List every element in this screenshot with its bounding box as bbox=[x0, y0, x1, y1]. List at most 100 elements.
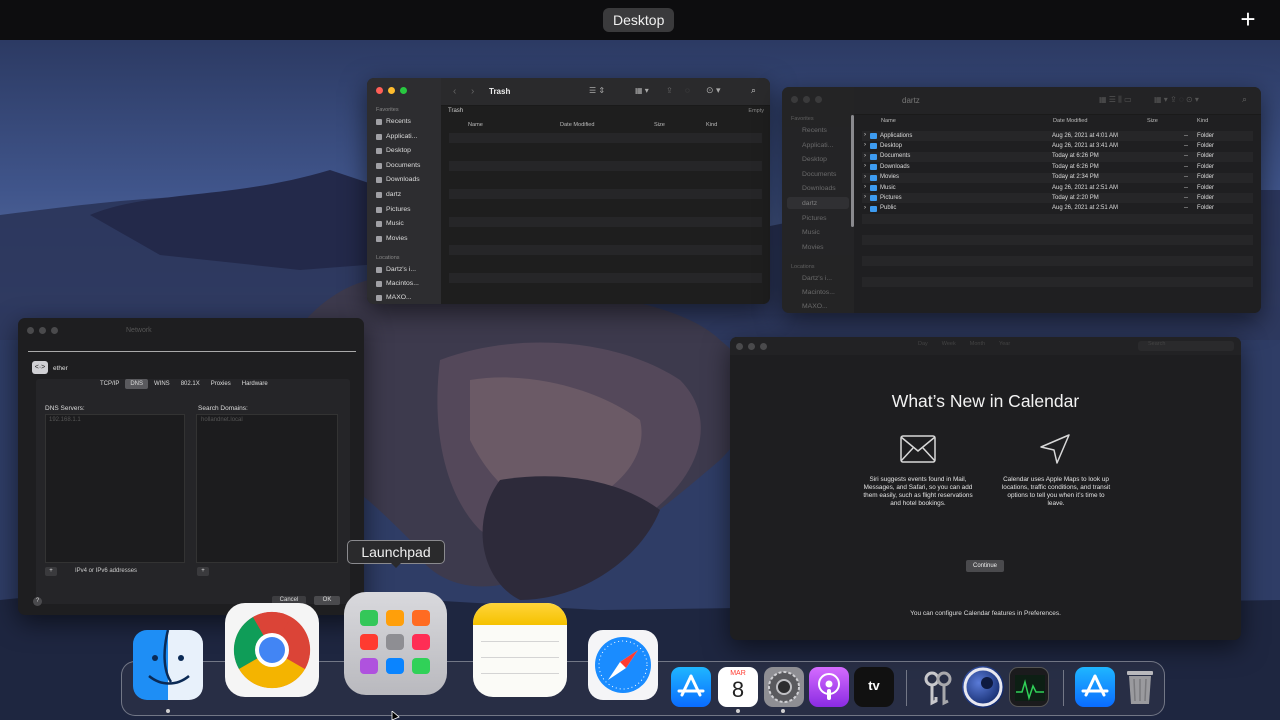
column-kind[interactable]: Kind bbox=[706, 122, 717, 128]
tab-proxies[interactable]: Proxies bbox=[206, 379, 236, 389]
sidebar-location-maxon[interactable]: MAXO... bbox=[376, 294, 412, 301]
view-options-icon[interactable]: ▦ ☰ ⫼ ▭ bbox=[1099, 95, 1132, 105]
calendar-window[interactable]: Day Week Month Year Search What’s New in… bbox=[730, 337, 1241, 640]
search-icon[interactable]: ⌕ bbox=[751, 85, 756, 96]
cinema-4d-icon[interactable] bbox=[962, 666, 1004, 708]
share-icon[interactable]: ⇪ bbox=[666, 86, 673, 95]
sidebar-location-disk[interactable]: Macintos... bbox=[376, 280, 419, 287]
close-button[interactable] bbox=[736, 343, 743, 350]
add-space-button[interactable]: + bbox=[1236, 6, 1260, 34]
podcasts-icon[interactable] bbox=[809, 667, 849, 707]
tab-8021x[interactable]: 802.1X bbox=[176, 379, 205, 389]
tab-year[interactable]: Year bbox=[999, 341, 1010, 347]
minimize-button[interactable] bbox=[388, 87, 395, 94]
zoom-button[interactable] bbox=[815, 96, 822, 103]
notes-icon[interactable] bbox=[473, 603, 567, 697]
calendar-icon[interactable]: MAR 8 bbox=[718, 667, 758, 707]
activity-monitor-icon[interactable] bbox=[1009, 667, 1049, 707]
sidebar-item-downloads[interactable]: Downloads bbox=[802, 185, 836, 192]
sidebar-item-applications[interactable]: Applicati... bbox=[802, 142, 833, 149]
add-dns-button[interactable]: + bbox=[45, 567, 57, 576]
tab-month[interactable]: Month bbox=[970, 341, 985, 347]
sidebar-item-pictures[interactable]: Pictures bbox=[376, 206, 411, 213]
empty-trash-button[interactable]: Empty bbox=[748, 108, 764, 114]
sidebar-location-icloud[interactable]: Dartz's i... bbox=[802, 275, 832, 282]
column-name[interactable]: Name bbox=[468, 122, 483, 128]
finder-home-window[interactable]: Favorites Recents Applicati... Desktop D… bbox=[782, 87, 1261, 313]
sidebar-item-music[interactable]: Music bbox=[802, 229, 820, 236]
tag-icon[interactable]: ◌ bbox=[685, 86, 690, 95]
dns-servers-list[interactable]: 192.168.1.1 bbox=[45, 414, 185, 563]
disclosure-triangle-icon[interactable]: › bbox=[864, 163, 866, 169]
continue-button[interactable]: Continue bbox=[966, 560, 1004, 572]
sidebar-item-documents[interactable]: Documents bbox=[802, 171, 836, 178]
sidebar-item-recents[interactable]: Recents bbox=[802, 127, 827, 134]
disclosure-triangle-icon[interactable]: › bbox=[864, 142, 866, 148]
disclosure-triangle-icon[interactable]: › bbox=[864, 153, 866, 159]
search-domain-entry[interactable]: hollandnet.local bbox=[201, 417, 243, 423]
disclosure-triangle-icon[interactable]: › bbox=[864, 184, 866, 190]
add-domain-button[interactable]: + bbox=[197, 567, 209, 576]
sidebar-item-pictures[interactable]: Pictures bbox=[802, 215, 827, 222]
minimize-button[interactable] bbox=[748, 343, 755, 350]
column-date[interactable]: Date Modified bbox=[560, 122, 595, 128]
disclosure-triangle-icon[interactable]: › bbox=[864, 205, 866, 211]
close-button[interactable] bbox=[376, 87, 383, 94]
list-view-icon[interactable]: ☰ ⇕ bbox=[589, 86, 605, 95]
tab-tcpip[interactable]: TCP/IP bbox=[95, 379, 124, 389]
finder-trash-window[interactable]: Favorites Recents Applicati... Desktop D… bbox=[367, 78, 770, 304]
close-button[interactable] bbox=[27, 327, 34, 334]
disclosure-triangle-icon[interactable]: › bbox=[864, 174, 866, 180]
search-field[interactable]: Search bbox=[1138, 341, 1234, 351]
tab-day[interactable]: Day bbox=[918, 341, 928, 347]
launchpad-icon[interactable] bbox=[344, 592, 447, 695]
zoom-button[interactable] bbox=[760, 343, 767, 350]
close-button[interactable] bbox=[791, 96, 798, 103]
more-icon[interactable]: ⊙ ▾ bbox=[706, 85, 721, 96]
sidebar-item-home[interactable]: dartz bbox=[802, 200, 817, 207]
finder-icon[interactable] bbox=[133, 630, 203, 700]
tv-icon[interactable]: tv bbox=[854, 667, 894, 707]
network-advanced-window[interactable]: Network <·> ether TCP/IP DNS WINS 802.1X… bbox=[18, 318, 364, 615]
zoom-button[interactable] bbox=[400, 87, 407, 94]
forward-icon[interactable]: › bbox=[471, 86, 474, 97]
tab-dns[interactable]: DNS bbox=[125, 379, 149, 389]
system-preferences-icon[interactable] bbox=[764, 667, 804, 707]
column-date[interactable]: Date Modified bbox=[1053, 118, 1088, 124]
trash-icon[interactable] bbox=[1121, 667, 1159, 707]
sidebar-location-icloud[interactable]: Dartz's i... bbox=[376, 266, 416, 273]
sidebar-item-movies[interactable]: Movies bbox=[802, 244, 824, 251]
search-domains-list[interactable]: hollandnet.local bbox=[196, 414, 338, 563]
chrome-icon[interactable] bbox=[225, 603, 319, 697]
sidebar-item-desktop[interactable]: Desktop bbox=[376, 147, 411, 154]
keychain-access-icon[interactable] bbox=[918, 667, 958, 707]
sidebar-item-recents[interactable]: Recents bbox=[376, 118, 411, 125]
sidebar-item-movies[interactable]: Movies bbox=[376, 235, 408, 242]
back-icon[interactable]: ‹ bbox=[453, 86, 456, 97]
ok-button[interactable]: OK bbox=[314, 596, 340, 605]
group-icon[interactable]: ▦ ▾ ⇪ ◌ ⊙ ▾ bbox=[1154, 95, 1199, 104]
column-kind[interactable]: Kind bbox=[1197, 118, 1208, 124]
column-size[interactable]: Size bbox=[1147, 118, 1158, 124]
zoom-button[interactable] bbox=[51, 327, 58, 334]
sidebar-item-applications[interactable]: Applicati... bbox=[376, 133, 417, 140]
group-icon[interactable]: ▦ ▾ bbox=[635, 86, 649, 95]
sidebar-item-documents[interactable]: Documents bbox=[376, 162, 420, 169]
sidebar-location-maxon[interactable]: MAXO... bbox=[802, 303, 828, 310]
help-button[interactable]: ? bbox=[33, 597, 42, 606]
minimize-button[interactable] bbox=[39, 327, 46, 334]
disclosure-triangle-icon[interactable]: › bbox=[864, 132, 866, 138]
disclosure-triangle-icon[interactable]: › bbox=[864, 194, 866, 200]
column-name[interactable]: Name bbox=[881, 118, 896, 124]
sidebar-item-music[interactable]: Music bbox=[376, 220, 404, 227]
search-icon[interactable]: ⌕ bbox=[1242, 94, 1247, 105]
dns-server-entry[interactable]: 192.168.1.1 bbox=[49, 417, 81, 423]
sidebar-item-home[interactable]: dartz bbox=[376, 191, 401, 198]
minimize-button[interactable] bbox=[803, 96, 810, 103]
downloads-stack-icon[interactable] bbox=[1075, 667, 1115, 707]
safari-icon[interactable] bbox=[588, 630, 658, 700]
finder-content[interactable]: Name Date Modified Size Kind › Applicatio… bbox=[854, 115, 1261, 313]
finder-content[interactable]: Trash Empty Name Date Modified Size Kind bbox=[441, 106, 770, 304]
tab-hardware[interactable]: Hardware bbox=[237, 379, 273, 389]
tab-wins[interactable]: WINS bbox=[149, 379, 175, 389]
